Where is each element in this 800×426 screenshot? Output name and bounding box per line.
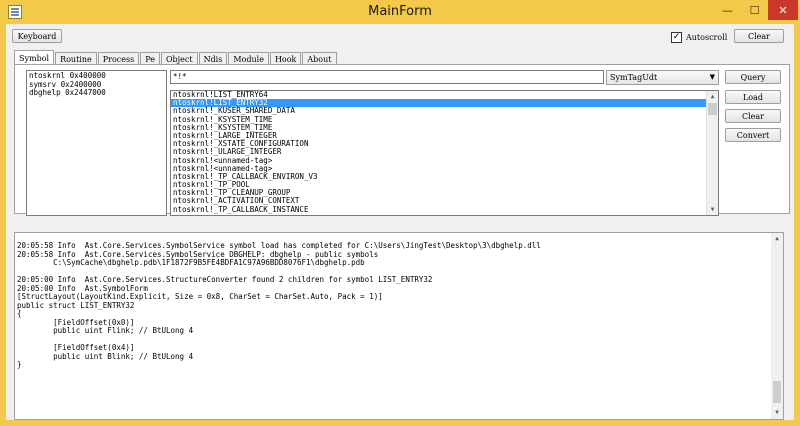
convert-button[interactable]: Convert [725, 128, 781, 142]
symbol-type-value: SymTagUdt [610, 73, 658, 82]
title-bar: MainForm — ☐ ✕ [0, 0, 800, 24]
symbol-query-input[interactable]: *!* [170, 70, 604, 84]
symbol-list[interactable]: ntoskrnl!LIST_ENTRY64 ntoskrnl!LIST_ENTRY… [170, 90, 719, 216]
log-lines: 20:05:58 Info Ast.Core.Services.SymbolSe… [17, 241, 541, 370]
log-line: public uint Flink; // BtULong 4 [17, 326, 194, 335]
scroll-down-icon[interactable]: ▼ [771, 407, 783, 419]
tab-strip: Symbol Routine Process Pe Object Ndis Mo… [14, 50, 338, 65]
clear-symbols-button[interactable]: Clear [725, 109, 781, 123]
query-button[interactable]: Query [725, 70, 781, 84]
chevron-down-icon[interactable]: ▼ [710, 71, 715, 84]
log-line: C:\SymCache\dbghelp.pdb\1F1872F9B5FE4BDF… [17, 258, 365, 267]
load-button[interactable]: Load [725, 90, 781, 104]
tab-symbol[interactable]: Symbol [14, 50, 55, 65]
symbol-rows: ntoskrnl!LIST_ENTRY64 ntoskrnl!LIST_ENTRY… [171, 91, 718, 214]
log-scrollbar[interactable]: ▲ ▼ [771, 233, 783, 419]
main-window: MainForm — ☐ ✕ Keyboard ✓ Autoscroll Cle… [0, 0, 800, 426]
symbol-list-scrollbar[interactable]: ▲ ▼ [706, 91, 718, 215]
scroll-thumb[interactable] [708, 103, 717, 115]
list-item[interactable]: dbghelp 0x2447000 [29, 88, 164, 98]
scroll-thumb[interactable] [773, 381, 781, 403]
scroll-up-icon[interactable]: ▲ [771, 233, 783, 245]
log-line: } [17, 360, 22, 369]
log-line: public struct LIST_ENTRY32 [17, 300, 135, 310]
scroll-up-icon[interactable]: ▲ [707, 91, 718, 102]
autoscroll-label: Autoscroll [686, 32, 728, 42]
log-output[interactable]: 20:05:58 Info Ast.Core.Services.SymbolSe… [14, 232, 784, 420]
autoscroll-check-icon[interactable]: ✓ [671, 31, 682, 43]
client-area: Keyboard ✓ Autoscroll Clear Symbol Routi… [6, 24, 794, 420]
symbol-tab-panel: ntoskrnl 0x400000 symsrv 0x2400000 dbghe… [14, 64, 790, 216]
symbol-list-item[interactable]: ntoskrnl!_TP_CALLBACK_INSTANCE [171, 205, 718, 214]
symbol-type-select[interactable]: SymTagUdt ▼ [606, 70, 719, 85]
log-line: public uint Blink; // BtULong 4 [17, 351, 194, 361]
module-list[interactable]: ntoskrnl 0x400000 symsrv 0x2400000 dbghe… [26, 70, 167, 216]
keyboard-button[interactable]: Keyboard [12, 29, 62, 43]
maximize-icon[interactable]: ☐ [741, 0, 768, 20]
close-icon[interactable]: ✕ [768, 0, 798, 20]
scroll-down-icon[interactable]: ▼ [707, 204, 718, 215]
clear-log-button[interactable]: Clear [734, 29, 784, 43]
symbol-list-item[interactable]: ntoskrnl!_TP_CALLBACK_ENVIRON_V3 [171, 172, 718, 181]
minimize-icon[interactable]: — [714, 0, 741, 20]
window-title: MainForm [368, 4, 432, 19]
autoscroll-checkbox[interactable]: ✓ Autoscroll [671, 31, 727, 43]
